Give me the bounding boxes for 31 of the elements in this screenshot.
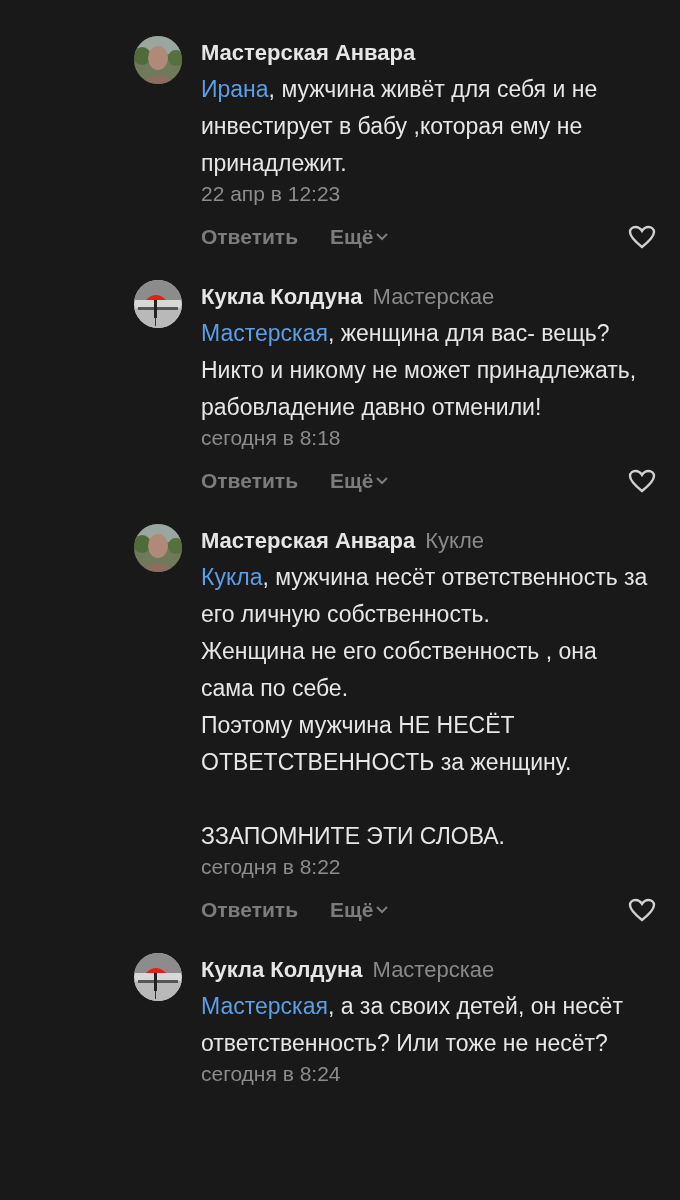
- mention-link[interactable]: Ирана: [201, 76, 269, 102]
- reply-button[interactable]: Ответить: [201, 465, 299, 497]
- comment-text: Ирана, мужчина живёт для себя и не инвестирует в бабу ,которая ему не принадлежит.: [201, 75, 599, 178]
- reply-button[interactable]: Ответить: [201, 221, 299, 253]
- heart-icon[interactable]: [628, 898, 656, 922]
- chevron-icon: [376, 477, 389, 485]
- reply-to-name[interactable]: Кукле: [425, 522, 485, 559]
- mention-link[interactable]: Мастерская: [201, 993, 328, 1019]
- comment-date: сегодня в 8:22: [201, 855, 341, 879]
- mention-link[interactable]: Кукла: [201, 564, 263, 590]
- comment-text: Мастерская, женщина для вас- вещь? Никто и никому не может принадлежать, рабовладение давно отменили!: [201, 319, 638, 422]
- comment-date: сегодня в 8:18: [201, 426, 341, 450]
- more-button[interactable]: Ещё: [330, 221, 389, 253]
- comment-date: сегодня в 8:24: [201, 1062, 341, 1086]
- author-name[interactable]: Кукла Колдуна: [201, 951, 363, 988]
- author-name[interactable]: Мастерская Анвара: [201, 522, 416, 559]
- comment-text: Мастерская, а за своих детей, он несёт ответственность? Или тоже не несёт?: [201, 992, 624, 1058]
- comment-date: 22 апр в 12:23: [201, 182, 341, 206]
- mention-link[interactable]: Мастерская: [201, 320, 328, 346]
- reply-to-name[interactable]: Мастерскае: [372, 951, 495, 988]
- more-button[interactable]: Ещё: [330, 465, 389, 497]
- chevron-icon: [376, 233, 389, 241]
- reply-to-name[interactable]: Мастерскае: [372, 278, 495, 315]
- chevron-icon: [376, 906, 389, 914]
- comment-text: Кукла, мужчина несёт ответственность за его личную собственность. Женщина не его собственность , она сама по себе. Поэтому мужчина НЕ НЕСЁТ ОТВЕТСТВЕННОСТЬ за женщину. ЗЗАПОМНИТЕ ЭТИ СЛОВА.: [201, 563, 649, 851]
- author-name[interactable]: Кукла Колдуна: [201, 278, 363, 315]
- author-name[interactable]: Мастерская Анвара: [201, 34, 416, 71]
- heart-icon[interactable]: [628, 225, 656, 249]
- heart-icon[interactable]: [628, 469, 656, 493]
- reply-button[interactable]: Ответить: [201, 894, 299, 926]
- more-button[interactable]: Ещё: [330, 894, 389, 926]
